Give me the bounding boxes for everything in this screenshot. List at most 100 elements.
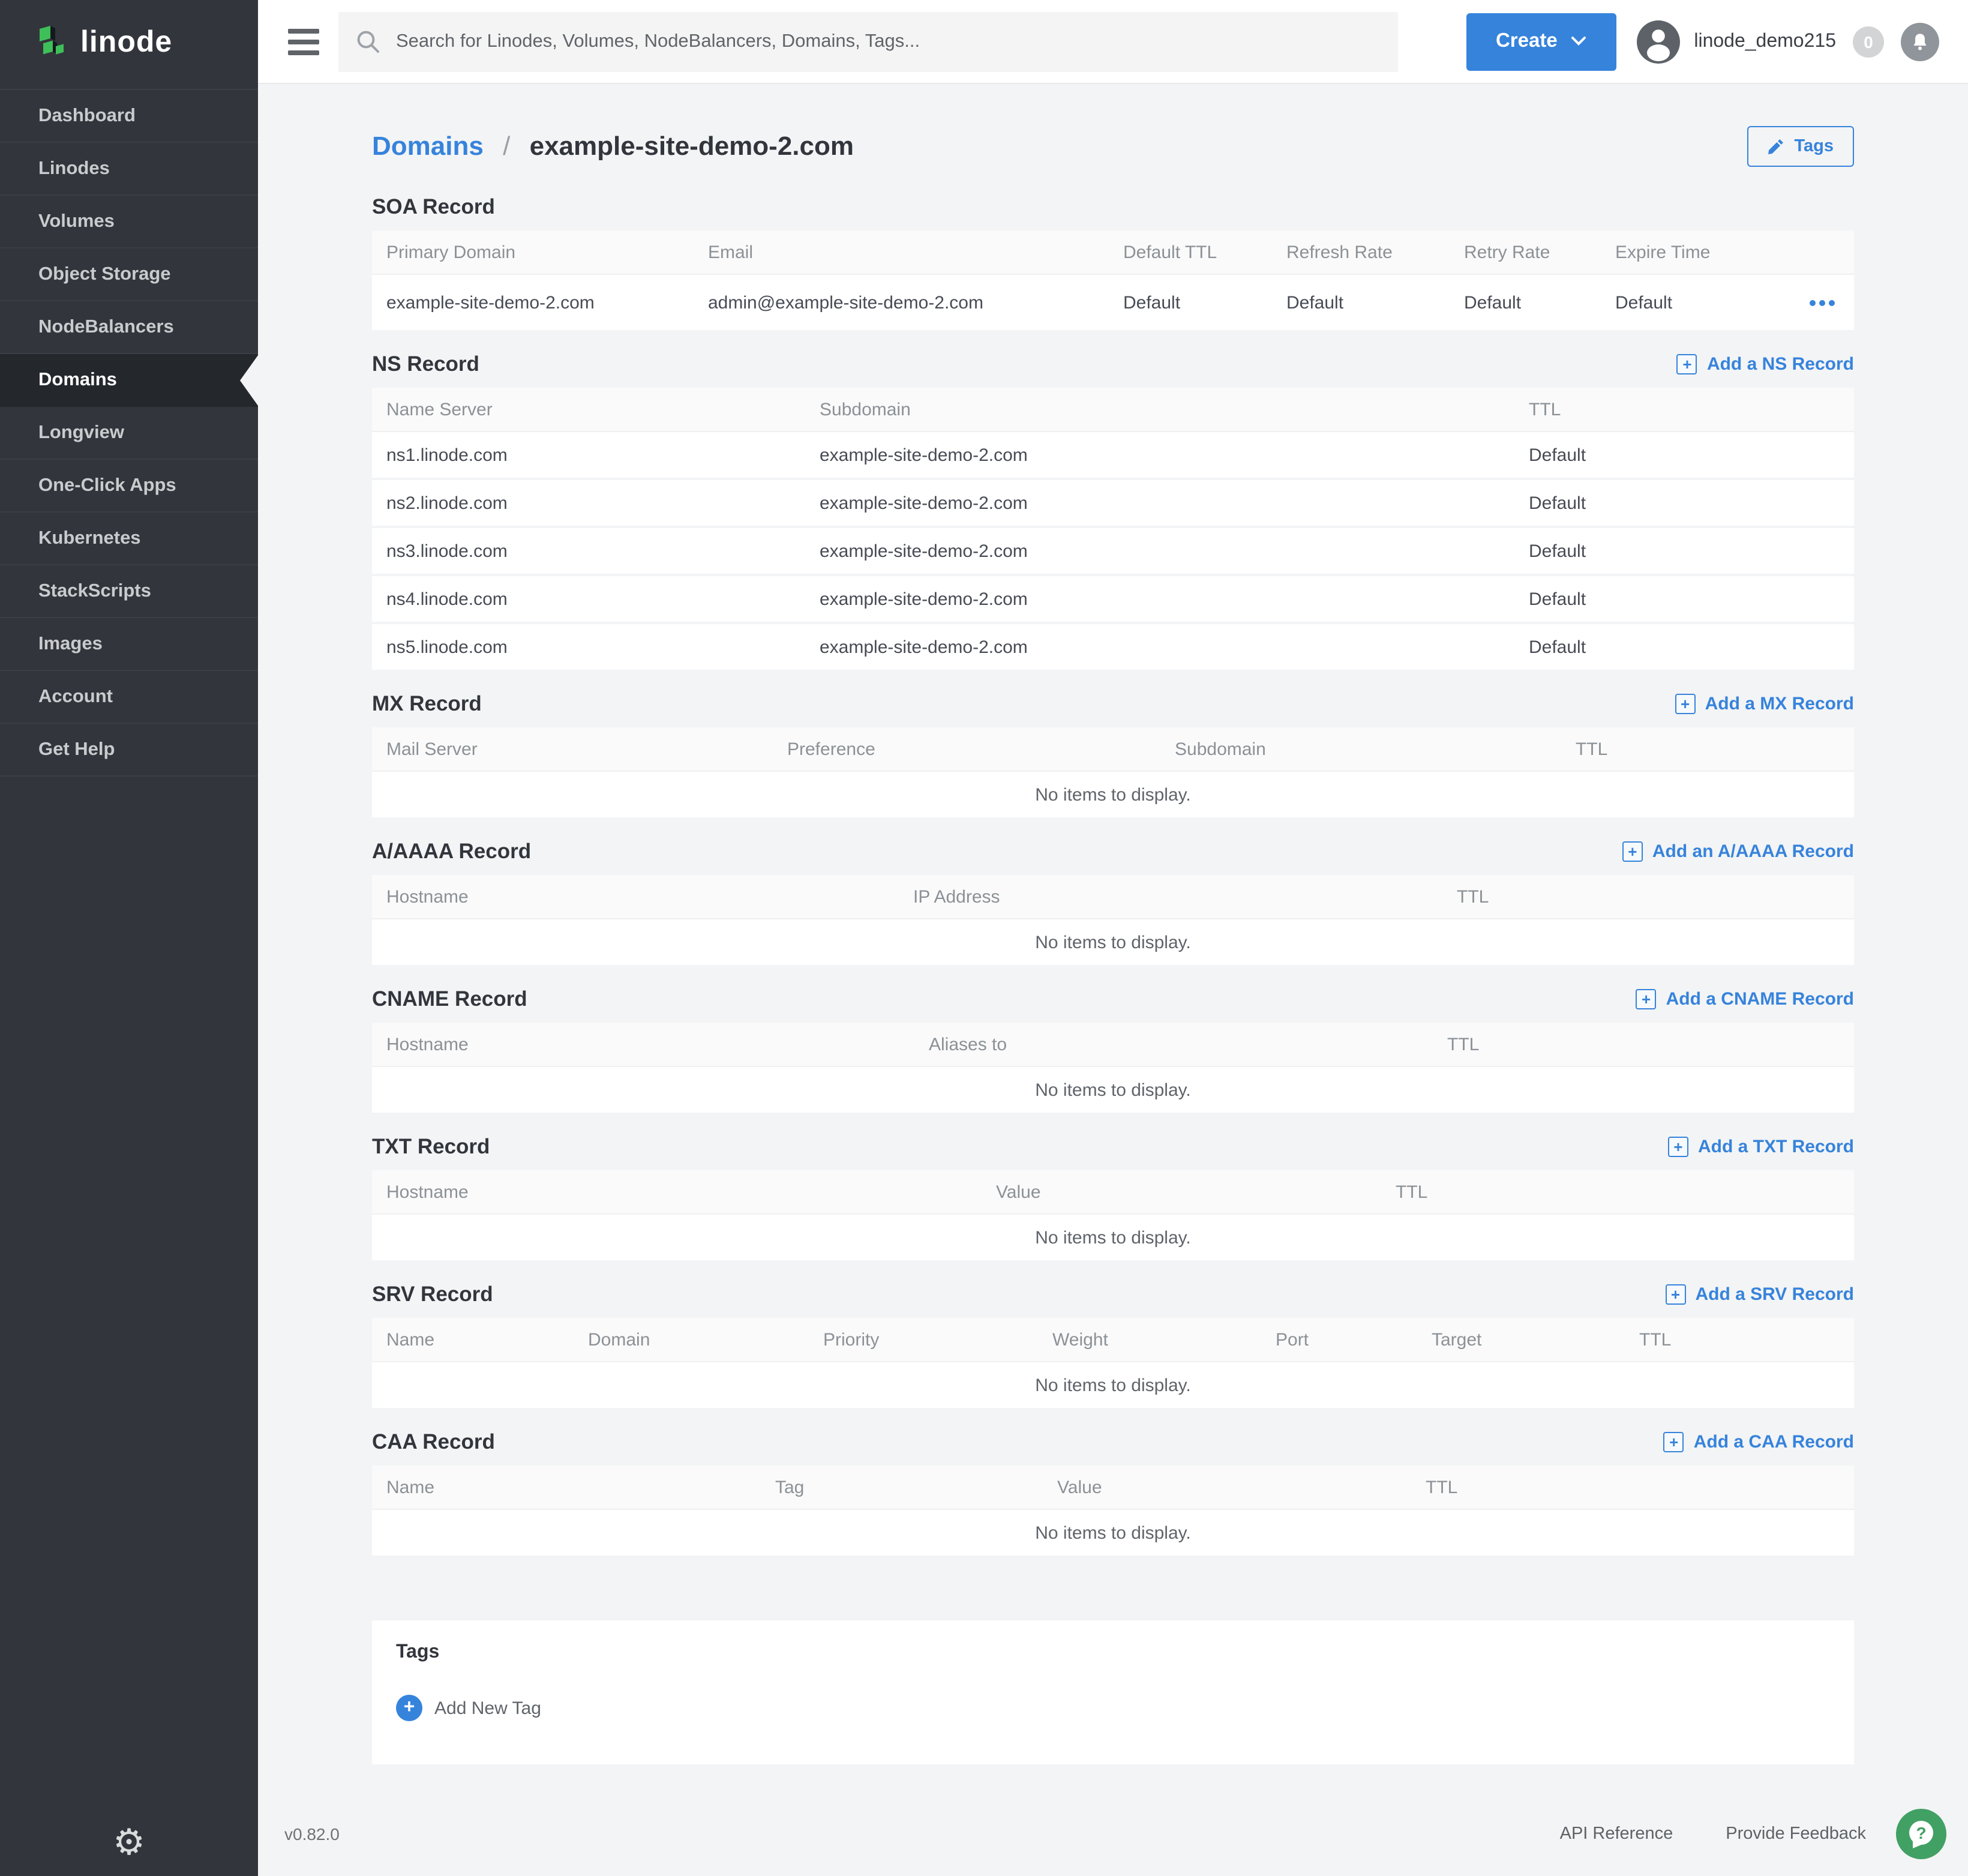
ns-table: Name ServerSubdomainTTLns1.linode.comexa… <box>372 388 1854 670</box>
add-cname-record-link[interactable]: +Add a CNAME Record <box>1636 988 1854 1009</box>
add-record-link-label: Add a CAA Record <box>1694 1431 1854 1452</box>
table-header-row: Primary DomainEmailDefault TTLRefresh Ra… <box>372 230 1854 275</box>
avatar[interactable] <box>1636 20 1679 63</box>
column-header: Refresh Rate <box>1272 242 1450 262</box>
sidebar-item-domains[interactable]: Domains <box>0 354 258 407</box>
add-srv-record-link[interactable]: +Add a SRV Record <box>1665 1284 1854 1304</box>
section-title: A/AAAA Record <box>372 837 531 865</box>
sidebar-item-object-storage[interactable]: Object Storage <box>0 248 258 301</box>
table-row: ns5.linode.comexample-site-demo-2.comDef… <box>372 622 1854 670</box>
breadcrumb: Domains / example-site-demo-2.com <box>372 131 854 162</box>
column-header: Tag <box>761 1477 1043 1497</box>
edit-tags-button-label: Tags <box>1794 137 1834 156</box>
table-row: ns3.linode.comexample-site-demo-2.comDef… <box>372 526 1854 574</box>
table-cell: example-site-demo-2.com <box>805 541 1514 561</box>
table-header-row: Mail ServerPreferenceSubdomainTTL <box>372 727 1854 772</box>
section-title: SOA Record <box>372 192 495 221</box>
add-record-link-label: Add a CNAME Record <box>1666 988 1854 1009</box>
edit-tags-button[interactable]: Tags <box>1747 126 1854 167</box>
column-header: Hostname <box>372 886 899 907</box>
help-bubble-icon: ? <box>1906 1818 1937 1850</box>
notification-count-badge[interactable]: 0 <box>1853 26 1884 57</box>
column-header: Name <box>372 1329 574 1350</box>
srv-table: NameDomainPriorityWeightPortTargetTTLNo … <box>372 1318 1854 1408</box>
add-record-link-label: Add a NS Record <box>1707 353 1854 374</box>
sidebar-item-label: Images <box>38 633 103 655</box>
notifications-bell-button[interactable] <box>1901 22 1939 61</box>
column-header: Value <box>982 1182 1381 1202</box>
table-cell: Default <box>1450 292 1601 313</box>
sidebar-item-images[interactable]: Images <box>0 618 258 671</box>
column-header: Default TTL <box>1109 242 1272 262</box>
column-header: Retry Rate <box>1450 242 1601 262</box>
add-caa-record-link[interactable]: +Add a CAA Record <box>1664 1431 1854 1452</box>
table-cell: ns4.linode.com <box>372 589 805 609</box>
section-ns: NS Record+Add a NS RecordName ServerSubd… <box>372 349 1854 670</box>
sidebar-item-label: NodeBalancers <box>38 316 174 338</box>
table-cell: ns3.linode.com <box>372 541 805 561</box>
soa-table: Primary DomainEmailDefault TTLRefresh Ra… <box>372 230 1854 330</box>
add-new-tag-label: Add New Tag <box>434 1698 541 1718</box>
section-title: TXT Record <box>372 1132 490 1161</box>
breadcrumb-domains-link[interactable]: Domains <box>372 131 484 161</box>
column-header: Subdomain <box>1160 739 1561 759</box>
add-a-record-link[interactable]: +Add an A/AAAA Record <box>1622 841 1854 861</box>
column-header: Priority <box>809 1329 1038 1350</box>
sidebar-item-label: One-Click Apps <box>38 475 176 496</box>
settings-gear-icon[interactable]: ⚙ <box>0 1826 258 1862</box>
tags-card-title: Tags <box>396 1642 1830 1664</box>
empty-state: No items to display. <box>372 1510 1854 1556</box>
sidebar-item-linodes[interactable]: Linodes <box>0 143 258 196</box>
plus-square-icon: + <box>1622 841 1643 861</box>
table-header-row: HostnameValueTTL <box>372 1170 1854 1215</box>
column-header: Primary Domain <box>372 242 694 262</box>
plus-square-icon: + <box>1677 353 1697 374</box>
sidebar-item-get-help[interactable]: Get Help <box>0 724 258 777</box>
domain-detail-page: Domains / example-site-demo-2.com Tags S… <box>258 84 1968 1876</box>
sidebar-item-stackscripts[interactable]: StackScripts <box>0 565 258 618</box>
sidebar-item-longview[interactable]: Longview <box>0 407 258 460</box>
add-record-link-label: Add a MX Record <box>1705 693 1854 714</box>
sidebar-item-one-click-apps[interactable]: One-Click Apps <box>0 460 258 513</box>
empty-state: No items to display. <box>372 919 1854 965</box>
table-cell: Default <box>1514 637 1854 657</box>
empty-state: No items to display. <box>372 1067 1854 1113</box>
sidebar-item-dashboard[interactable]: Dashboard <box>0 89 258 143</box>
search-input[interactable] <box>394 29 1397 53</box>
section-mx: MX Record + Add a MX Record Mail ServerPref… <box>372 689 1854 817</box>
create-button-label: Create <box>1496 30 1558 53</box>
linode-logo[interactable]: linode <box>0 0 258 84</box>
table-cell: ns1.linode.com <box>372 445 805 465</box>
create-button[interactable]: Create <box>1466 13 1616 70</box>
provide-feedback-link[interactable]: Provide Feedback <box>1726 1824 1866 1844</box>
sidebar-item-kubernetes[interactable]: Kubernetes <box>0 513 258 565</box>
menu-hamburger-icon[interactable] <box>288 28 319 55</box>
caa-table: NameTagValueTTLNo items to display. <box>372 1466 1854 1556</box>
section-title: MX Record <box>372 689 482 718</box>
section-title: SRV Record <box>372 1279 493 1308</box>
cname-table: HostnameAliases toTTLNo items to display… <box>372 1023 1854 1113</box>
help-feedback-fab[interactable]: ? <box>1896 1809 1946 1859</box>
sidebar-item-label: Kubernetes <box>38 528 141 549</box>
table-row: example-site-demo-2.comadmin@example-sit… <box>372 275 1854 330</box>
more-options-icon[interactable] <box>1787 299 1854 305</box>
add-record-link-label: Add a SRV Record <box>1695 1284 1854 1304</box>
username[interactable]: linode_demo215 <box>1694 31 1836 52</box>
sidebar-item-volumes[interactable]: Volumes <box>0 196 258 248</box>
api-reference-link[interactable]: API Reference <box>1560 1824 1673 1844</box>
column-header: TTL <box>1561 739 1854 759</box>
plus-square-icon: + <box>1675 693 1696 714</box>
add-txt-record-link[interactable]: +Add a TXT Record <box>1668 1136 1854 1156</box>
section-title: CAA Record <box>372 1427 495 1456</box>
search-bar[interactable] <box>338 11 1397 71</box>
section-soa: SOA Record Primary DomainEmailDefault TTL… <box>372 192 1854 330</box>
column-header: TTL <box>1381 1182 1854 1202</box>
sidebar-item-nodebalancers[interactable]: NodeBalancers <box>0 301 258 354</box>
table-cell: example-site-demo-2.com <box>805 445 1514 465</box>
add-ns-record-link[interactable]: + Add a NS Record <box>1677 353 1854 374</box>
column-header: Name <box>372 1477 761 1497</box>
active-item-notch <box>240 355 258 405</box>
add-new-tag-button[interactable]: + Add New Tag <box>396 1695 541 1721</box>
add-mx-record-link[interactable]: + Add a MX Record <box>1675 693 1854 714</box>
sidebar-item-account[interactable]: Account <box>0 671 258 724</box>
